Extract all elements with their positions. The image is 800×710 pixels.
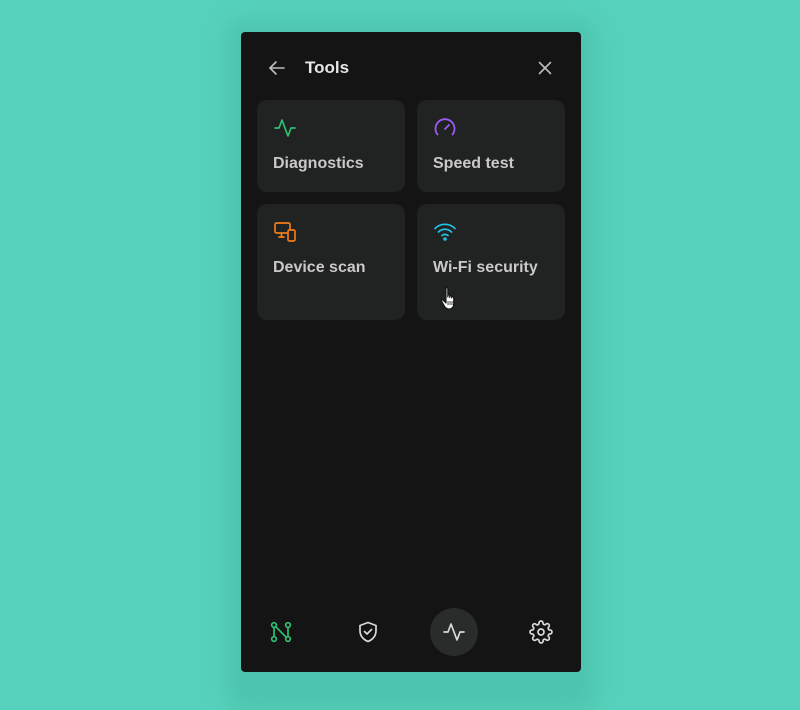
back-button[interactable] — [265, 56, 289, 80]
shield-check-icon — [359, 621, 377, 643]
panel-header: Tools — [241, 32, 581, 104]
tools-panel: Tools Diagnostics Speed test Device scan… — [241, 32, 581, 672]
tool-card-speed-test[interactable]: Speed test — [417, 100, 565, 192]
nav-item-tools[interactable] — [430, 608, 478, 656]
tool-card-label: Device scan — [273, 259, 366, 276]
bottom-nav — [241, 608, 581, 672]
arrow-left-icon — [269, 61, 285, 75]
activity-icon — [443, 623, 465, 641]
activity-icon — [273, 116, 297, 140]
tool-card-label: Wi-Fi security — [433, 259, 538, 276]
tool-card-label: Speed test — [433, 155, 514, 172]
tool-card-wifi-security[interactable]: Wi-Fi security — [417, 204, 565, 320]
nav-item-network[interactable] — [257, 608, 305, 656]
page-title: Tools — [305, 58, 350, 77]
close-button[interactable] — [533, 56, 557, 80]
tool-card-diagnostics[interactable]: Diagnostics — [257, 100, 405, 192]
tool-card-device-scan[interactable]: Device scan — [257, 204, 405, 320]
network-nodes-icon — [270, 621, 292, 643]
speedometer-icon — [433, 116, 457, 140]
devices-icon — [273, 220, 297, 244]
wifi-icon — [433, 220, 457, 244]
nav-item-security[interactable] — [344, 608, 392, 656]
tool-card-label: Diagnostics — [273, 155, 364, 172]
gear-icon — [529, 620, 553, 644]
nav-item-settings[interactable] — [517, 608, 565, 656]
close-icon — [538, 61, 552, 75]
